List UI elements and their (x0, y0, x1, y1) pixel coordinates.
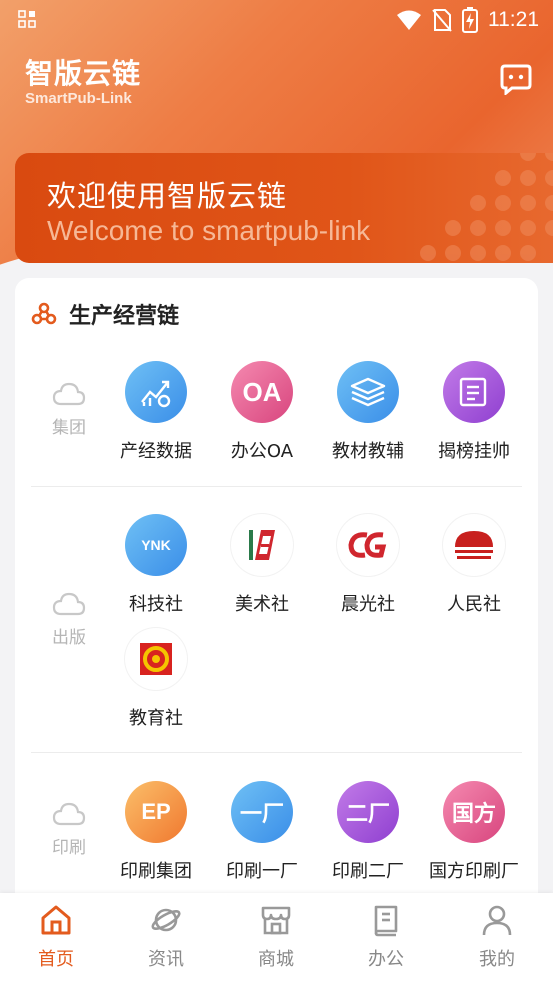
guofang-logo: 国方 (451, 802, 496, 827)
app-item-renmin-press[interactable]: 人民社 (421, 514, 527, 616)
app-subtitle: SmartPub-Link (25, 90, 132, 107)
item-label: 人民社 (447, 594, 501, 615)
factory-2-logo: 二厂 (345, 802, 390, 827)
production-chain-card: 生产经营链 集团 产经数据 OA 办公OA 教材教辅 揭榜挂帅 出版 YNK 科… (15, 278, 538, 918)
tab-label: 我的 (479, 949, 515, 970)
group-label-jituan: 集团 (31, 381, 107, 438)
tab-label: 资讯 (148, 949, 184, 970)
oa-logo: OA (242, 376, 282, 407)
app-item-jiaoyu-press[interactable]: 教育社 (103, 628, 209, 730)
section-title: 生产经营链 (69, 304, 180, 329)
app-item-office-oa[interactable]: OA 办公OA (209, 361, 315, 463)
banner-subtitle: Welcome to smartpub-link (47, 215, 371, 246)
banner-title: 欢迎使用智版云链 (47, 179, 288, 213)
item-label: 晨光社 (341, 594, 395, 615)
network-icon (31, 302, 57, 325)
app-item-chenguang-press[interactable]: 晨光社 (315, 514, 421, 616)
books-stack-icon (350, 377, 386, 407)
status-bar: 11:21 (0, 0, 553, 40)
chart-gear-icon (141, 380, 171, 408)
app-item-meishu-press[interactable]: 美术社 (209, 514, 315, 616)
item-label: 印刷集团 (120, 861, 192, 882)
item-label: 印刷二厂 (332, 861, 404, 882)
chat-icon[interactable] (499, 63, 533, 95)
item-label: 印刷一厂 (226, 861, 298, 882)
ynk-logo: YNK (141, 537, 171, 553)
app-item-keji-press[interactable]: YNK 科技社 (103, 514, 209, 616)
planet-icon (151, 908, 181, 932)
morning-light-logo (348, 532, 387, 558)
app-item-print-factory-2[interactable]: 二厂 印刷二厂 (315, 781, 421, 883)
people-press-logo (455, 531, 493, 559)
bottom-tab-bar: 首页 资讯 商城 办公 我的 (0, 893, 553, 983)
item-label: 产经数据 (120, 441, 192, 462)
app-item-guofang-print[interactable]: 国方 国方印刷厂 (421, 781, 527, 883)
app-item-print-group[interactable]: EP 印刷集团 (103, 781, 209, 883)
tab-home[interactable]: 首页 (16, 903, 96, 971)
tab-label: 办公 (368, 949, 404, 970)
item-label: 国方印刷厂 (429, 861, 519, 882)
app-title: 智版云链 (25, 57, 142, 90)
book-icon (374, 905, 398, 937)
tab-news[interactable]: 资讯 (126, 903, 206, 971)
status-time: 11:21 (488, 8, 539, 31)
cloud-icon (52, 382, 86, 406)
tab-label: 首页 (38, 949, 74, 970)
item-label: 教育社 (129, 708, 183, 729)
home-icon (41, 905, 71, 935)
factory-1-logo: 一厂 (239, 802, 284, 827)
item-label: 办公OA (230, 441, 294, 462)
no-sim-icon (432, 9, 452, 32)
section-header: 生产经营链 (31, 298, 179, 330)
tab-label: 商城 (258, 949, 294, 970)
ep-logo: EP (141, 799, 171, 824)
app-item-textbooks[interactable]: 教材教辅 (315, 361, 421, 463)
battery-charging-icon (462, 7, 478, 33)
welcome-banner[interactable]: 欢迎使用智版云链 Welcome to smartpub-link (15, 153, 553, 263)
app-item-print-factory-1[interactable]: 一厂 印刷一厂 (209, 781, 315, 883)
wifi-icon (397, 10, 421, 30)
tab-profile[interactable]: 我的 (457, 903, 537, 971)
item-label: 美术社 (235, 594, 289, 615)
app-item-chanjing-data[interactable]: 产经数据 (103, 361, 209, 463)
tab-mall[interactable]: 商城 (236, 903, 316, 971)
fine-arts-logo (249, 530, 275, 560)
group-label-chuban: 出版 (31, 591, 107, 648)
cloud-icon (52, 802, 86, 826)
education-press-logo (140, 643, 172, 675)
row-divider (31, 486, 522, 487)
banner-dot-pattern (420, 153, 553, 261)
row-divider (31, 752, 522, 753)
item-label: 揭榜挂帅 (438, 441, 510, 462)
tab-office[interactable]: 办公 (346, 903, 426, 971)
cloud-icon (52, 592, 86, 616)
app-grid-icon (18, 10, 36, 28)
document-icon (459, 377, 487, 407)
item-label: 教材教辅 (332, 441, 404, 462)
app-screen: 11:21 智版云链 SmartPub-Link 欢迎使用智版云链 Welcom… (0, 0, 553, 983)
app-item-jiebang[interactable]: 揭榜挂帅 (421, 361, 527, 463)
group-label-yinshua: 印刷 (31, 801, 107, 858)
store-icon (261, 906, 291, 935)
user-icon (482, 905, 512, 936)
item-label: 科技社 (129, 594, 183, 615)
